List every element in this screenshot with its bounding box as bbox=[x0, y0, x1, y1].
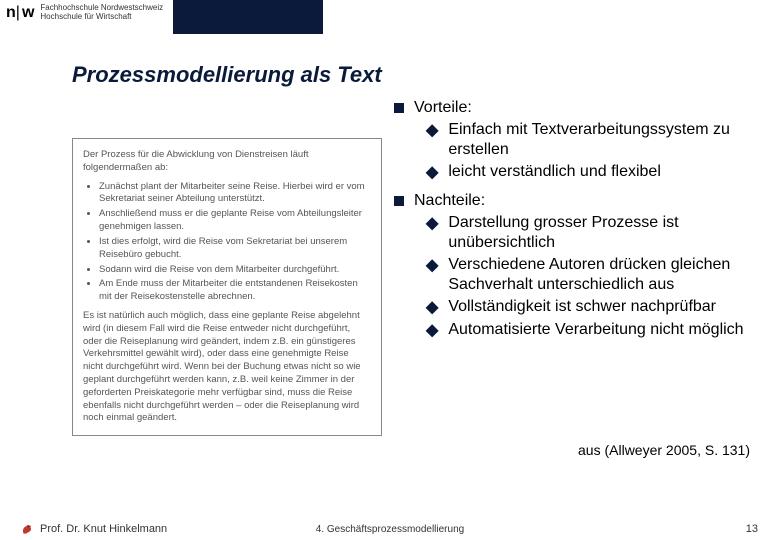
square-bullet-icon bbox=[394, 196, 404, 206]
example-item: Anschließend muss er die geplante Reise … bbox=[99, 208, 371, 234]
slide-header: n | w Fachhochschule Nordwestschweiz Hoc… bbox=[0, 0, 780, 42]
item-text: Verschiedene Autoren drücken gleichen Sa… bbox=[448, 255, 762, 295]
example-item: Sodann wird die Reise von dem Mitarbeite… bbox=[99, 264, 371, 277]
diamond-bullet-icon: ◆ bbox=[426, 298, 438, 318]
example-text-box: Der Prozess für die Abwicklung von Diens… bbox=[72, 138, 382, 436]
item-text: Automatisierte Verarbeitung nicht möglic… bbox=[448, 320, 743, 340]
list-item: ◆ Darstellung grosser Prozesse ist unübe… bbox=[426, 213, 762, 253]
list-item: ◆ leicht verständlich und flexibel bbox=[426, 162, 762, 183]
logo-mark: n | w bbox=[6, 4, 34, 22]
nachteile-items: ◆ Darstellung grosser Prozesse ist unübe… bbox=[426, 213, 762, 341]
square-bullet-icon bbox=[394, 103, 404, 113]
item-text: Einfach mit Textverarbeitungssystem zu e… bbox=[448, 120, 762, 160]
list-item: ◆ Vollständigkeit ist schwer nachprüfbar bbox=[426, 297, 762, 318]
item-text: Vollständigkeit ist schwer nachprüfbar bbox=[448, 297, 716, 317]
logo-bar-icon: | bbox=[16, 4, 20, 22]
diamond-bullet-icon: ◆ bbox=[426, 256, 438, 276]
footer-left: Prof. Dr. Knut Hinkelmann bbox=[20, 522, 167, 536]
footer-page-number: 13 bbox=[746, 523, 758, 535]
example-item: Zunächst plant der Mitarbeiter seine Rei… bbox=[99, 181, 371, 207]
logo-letter-w: w bbox=[22, 4, 34, 22]
diamond-bullet-icon: ◆ bbox=[426, 121, 438, 141]
nachteile-label: Nachteile: bbox=[414, 191, 485, 211]
example-item: Ist dies erfolgt, wird die Reise vom Sek… bbox=[99, 236, 371, 262]
item-text: Darstellung grosser Prozesse ist unübers… bbox=[448, 213, 762, 253]
citation: aus (Allweyer 2005, S. 131) bbox=[0, 442, 780, 458]
list-item: ◆ Einfach mit Textverarbeitungssystem zu… bbox=[426, 120, 762, 160]
vorteile-label: Vorteile: bbox=[414, 98, 472, 118]
example-paragraph: Es ist natürlich auch möglich, dass eine… bbox=[83, 310, 371, 425]
slide-title: Prozessmodellierung als Text bbox=[72, 62, 780, 88]
diamond-bullet-icon: ◆ bbox=[426, 321, 438, 341]
logo-line2: Hochschule für Wirtschaft bbox=[40, 13, 163, 22]
nachteile-heading: Nachteile: bbox=[394, 191, 762, 211]
item-text: leicht verständlich und flexibel bbox=[448, 162, 661, 182]
vorteile-items: ◆ Einfach mit Textverarbeitungssystem zu… bbox=[426, 120, 762, 183]
logo-letter-n: n bbox=[6, 4, 16, 22]
example-list: Zunächst plant der Mitarbeiter seine Rei… bbox=[99, 181, 371, 304]
list-item: ◆ Verschiedene Autoren drücken gleichen … bbox=[426, 255, 762, 295]
example-item: Am Ende muss der Mitarbeiter die entstan… bbox=[99, 278, 371, 304]
logo-text: Fachhochschule Nordwestschweiz Hochschul… bbox=[40, 4, 163, 22]
header-accent-bar bbox=[173, 0, 323, 34]
slide-content: Der Prozess für die Abwicklung von Diens… bbox=[0, 98, 780, 436]
example-intro: Der Prozess für die Abwicklung von Diens… bbox=[83, 149, 371, 175]
institution-logo: n | w Fachhochschule Nordwestschweiz Hoc… bbox=[0, 0, 169, 26]
bullets-region: Vorteile: ◆ Einfach mit Textverarbeitung… bbox=[394, 98, 762, 436]
vorteile-heading: Vorteile: bbox=[394, 98, 762, 118]
footer-chapter: 4. Geschäftsprozessmodellierung bbox=[316, 524, 464, 535]
diamond-bullet-icon: ◆ bbox=[426, 163, 438, 183]
slide-footer: Prof. Dr. Knut Hinkelmann 4. Geschäftspr… bbox=[0, 522, 780, 536]
footer-author: Prof. Dr. Knut Hinkelmann bbox=[40, 523, 167, 535]
list-item: ◆ Automatisierte Verarbeitung nicht mögl… bbox=[426, 320, 762, 341]
diamond-bullet-icon: ◆ bbox=[426, 214, 438, 234]
rooster-icon bbox=[20, 522, 34, 536]
